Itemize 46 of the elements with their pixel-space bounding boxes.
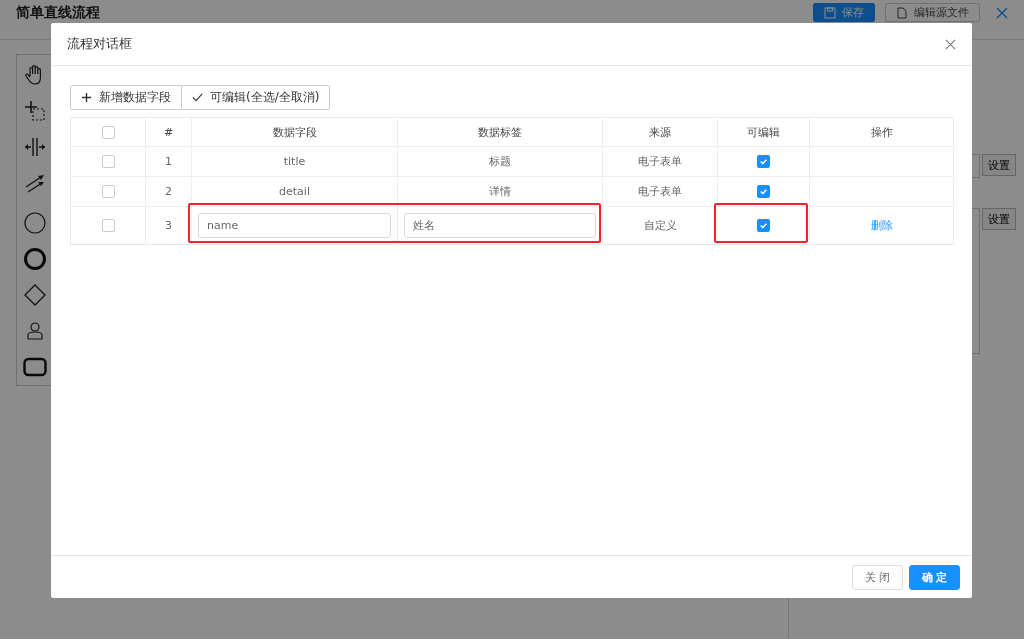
row-number: 3 bbox=[165, 219, 172, 232]
row-checkbox[interactable] bbox=[101, 219, 115, 233]
settings-button[interactable]: 设置 bbox=[982, 208, 1016, 230]
row-checkbox[interactable] bbox=[101, 155, 115, 169]
rounded-rectangle-icon[interactable] bbox=[22, 355, 47, 379]
diamond-icon[interactable] bbox=[22, 283, 47, 307]
document-icon bbox=[896, 6, 908, 19]
table-cell: 标题 bbox=[489, 155, 511, 168]
toggle-editable-button[interactable]: 可编辑(全选/全取消) bbox=[182, 85, 331, 110]
column-header: 数据标签 bbox=[478, 125, 522, 139]
add-field-button[interactable]: 新增数据字段 bbox=[70, 85, 182, 110]
table-cell: detail bbox=[279, 185, 310, 198]
field-label-input[interactable]: 姓名 bbox=[404, 213, 596, 238]
column-header: 操作 bbox=[870, 125, 893, 139]
settings-button[interactable]: 设置 bbox=[982, 154, 1016, 176]
plus-icon bbox=[81, 92, 92, 103]
row-number: 1 bbox=[165, 155, 172, 168]
circle-icon[interactable] bbox=[22, 211, 47, 235]
editable-checkbox[interactable] bbox=[757, 219, 770, 233]
editable-checkbox[interactable] bbox=[757, 155, 770, 169]
table-cell: 详情 bbox=[489, 185, 511, 198]
delete-link[interactable]: 删除 bbox=[870, 219, 893, 232]
confirm-button[interactable]: 确 定 bbox=[909, 564, 960, 590]
row-checkbox[interactable] bbox=[101, 185, 115, 199]
column-header: # bbox=[163, 125, 174, 139]
table-cell: 电子表单 bbox=[638, 155, 682, 168]
table-cell: 自定义 bbox=[643, 219, 677, 232]
close-icon[interactable] bbox=[945, 38, 956, 50]
space-tool-icon[interactable] bbox=[22, 135, 47, 159]
row-number: 2 bbox=[165, 185, 172, 198]
close-button[interactable]: 关 闭 bbox=[852, 564, 903, 590]
column-header: 数据字段 bbox=[272, 125, 317, 139]
close-icon[interactable] bbox=[996, 7, 1008, 19]
table-cell: 电子表单 bbox=[638, 185, 682, 198]
dialog-title: 流程对话框 bbox=[67, 35, 132, 53]
column-header: 来源 bbox=[649, 125, 671, 139]
page-title: 简单直线流程 bbox=[16, 3, 100, 21]
editable-checkbox[interactable] bbox=[757, 185, 770, 199]
edit-source-button[interactable]: 编辑源文件 bbox=[885, 3, 980, 22]
thick-circle-icon[interactable] bbox=[22, 247, 47, 271]
table-cell: title bbox=[283, 155, 306, 168]
checkmark-icon bbox=[192, 92, 203, 103]
lasso-select-icon[interactable] bbox=[22, 99, 47, 123]
select-all-checkbox[interactable] bbox=[101, 125, 115, 139]
field-name-input[interactable]: name bbox=[198, 213, 391, 238]
column-header: 可编辑 bbox=[747, 125, 780, 139]
